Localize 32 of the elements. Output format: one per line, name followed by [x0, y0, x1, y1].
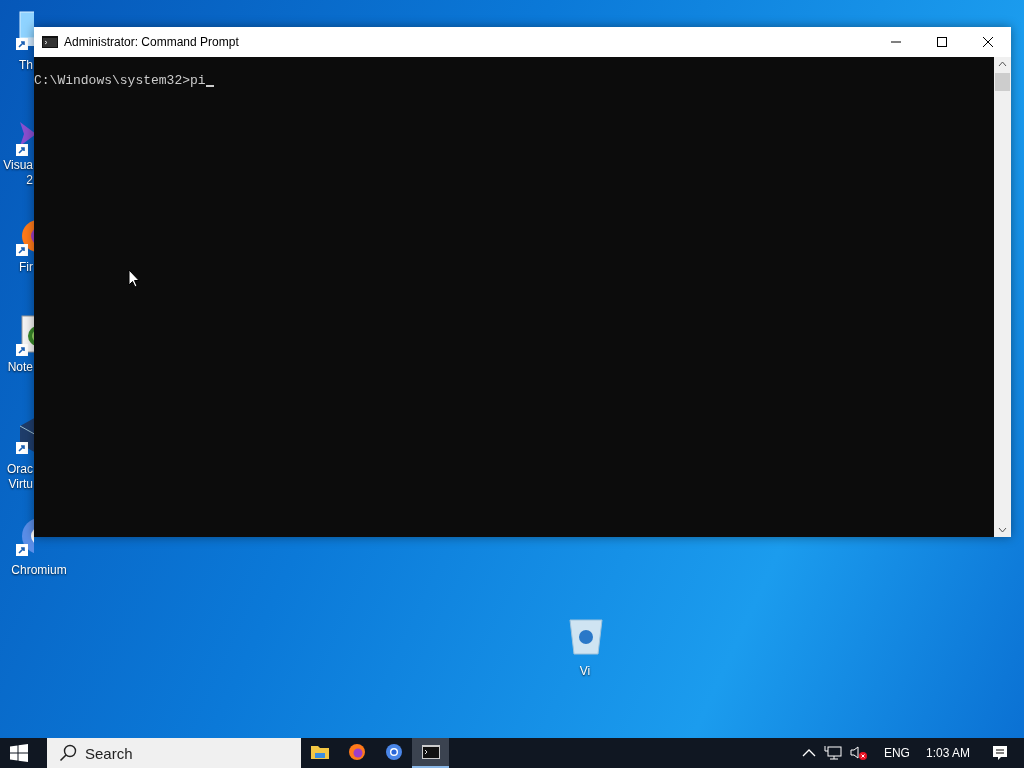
clock[interactable]: 1:03 AM — [925, 746, 970, 760]
icon-label: Chromium — [11, 563, 67, 578]
language-indicator[interactable]: ENG — [883, 746, 910, 760]
icon-label: 2 — [26, 173, 33, 188]
terminal-icon — [42, 36, 58, 48]
icon-label: Fir — [19, 260, 33, 275]
browser-icon — [346, 742, 367, 762]
chevron-up-icon[interactable] — [801, 748, 816, 758]
search-field[interactable]: Search — [47, 738, 301, 768]
maximize-icon — [936, 36, 948, 48]
ring-icon — [383, 742, 404, 762]
network-icon[interactable] — [823, 745, 842, 761]
start-icon[interactable] — [10, 744, 28, 762]
icon-label: Note — [7, 360, 33, 375]
icon-label: Virtu — [8, 477, 33, 492]
pointer-icon — [128, 269, 140, 288]
notification-icon[interactable] — [992, 745, 1008, 761]
terminal-icon — [420, 742, 441, 762]
speaker-muted-icon[interactable] — [849, 745, 868, 761]
window-title: Administrator: Command Prompt — [64, 35, 240, 49]
monitor-icon[interactable] — [14, 8, 34, 52]
icon-label: Visua — [3, 158, 33, 173]
icon-label: Th — [19, 58, 33, 73]
icon-label: Orac — [7, 462, 33, 477]
text-cursor — [205, 85, 214, 87]
scrollbar[interactable] — [994, 57, 1011, 537]
scroll-thumb[interactable] — [995, 73, 1010, 91]
icon-label: Vi — [579, 664, 591, 679]
close-icon — [982, 36, 994, 48]
taskbar-app[interactable] — [412, 738, 449, 768]
console-line: C:\Windows\system32>pi — [34, 73, 206, 89]
console-area[interactable]: C:\Windows\system32>pi — [34, 57, 994, 537]
